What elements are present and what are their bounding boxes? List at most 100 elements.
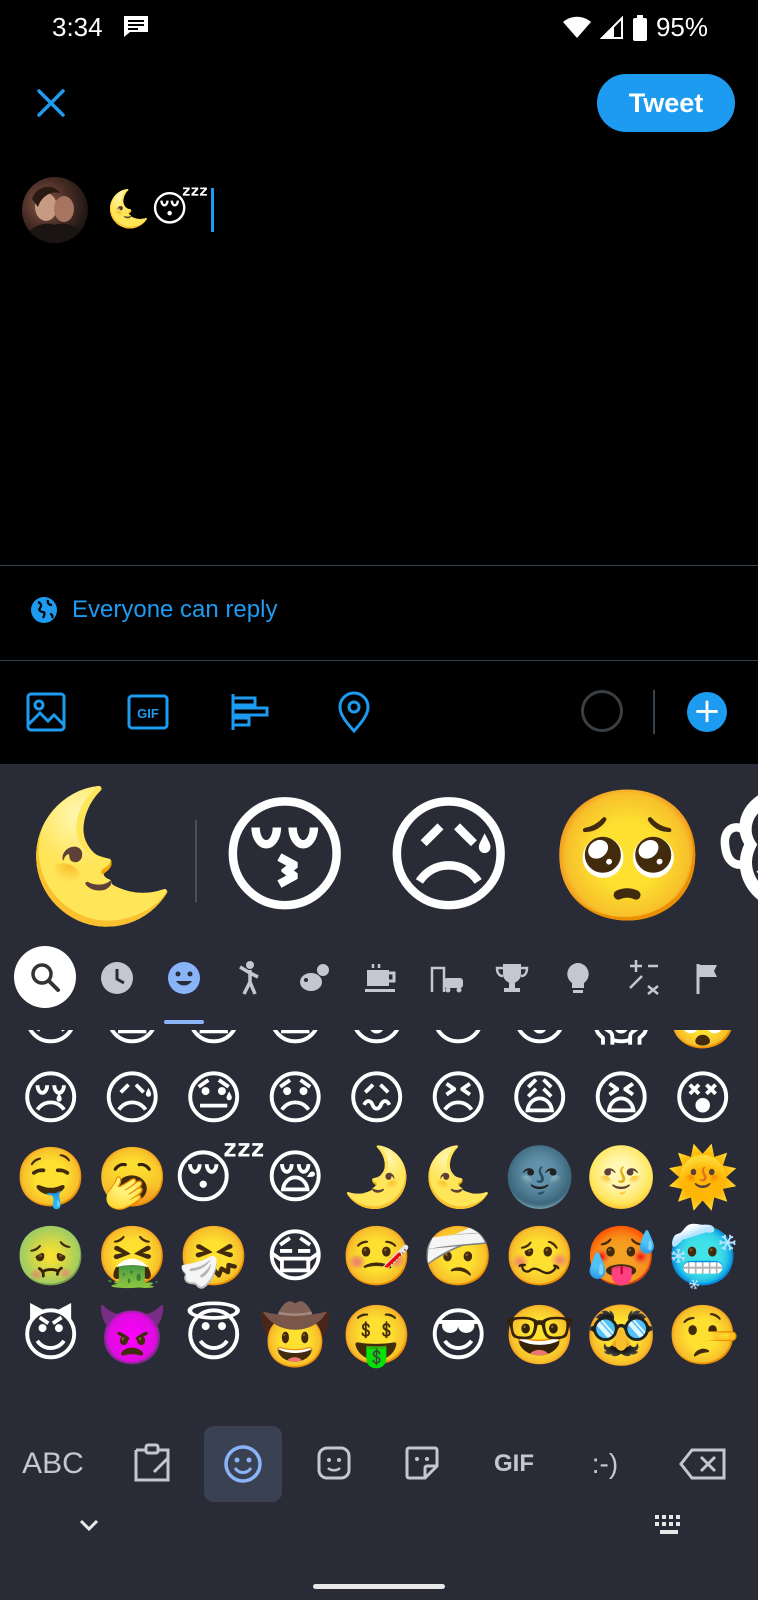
- symbols-category-icon[interactable]: [626, 960, 662, 996]
- emoji-key[interactable]: 🤯: [662, 1030, 744, 1059]
- suggestion-emoji[interactable]: 🐵: [710, 782, 758, 932]
- tweet-button[interactable]: Tweet: [597, 74, 735, 132]
- emoji-key[interactable]: 🤒: [336, 1217, 418, 1296]
- emoji-key[interactable]: 🌚: [499, 1138, 581, 1217]
- compose-toolbar: GIF: [0, 662, 758, 762]
- battery-percent: 95%: [655, 12, 708, 42]
- emoji-key[interactable]: 🤕: [418, 1217, 500, 1296]
- emoji-key[interactable]: 😷: [255, 1217, 337, 1296]
- poll-icon[interactable]: [229, 690, 273, 734]
- suggestion-emoji[interactable]: 😚: [218, 782, 351, 932]
- sticker-icon[interactable]: [402, 1434, 442, 1494]
- food-category-icon[interactable]: [363, 960, 399, 996]
- emoji-key[interactable]: 🤤: [10, 1138, 92, 1217]
- emoji-key[interactable]: 😓: [173, 1059, 255, 1138]
- emoji-key[interactable]: 😵: [662, 1059, 744, 1138]
- abc-key[interactable]: ABC: [18, 1434, 88, 1494]
- status-time: 3:34: [52, 12, 103, 42]
- emoji-key[interactable]: 😥: [10, 1030, 92, 1059]
- emoji-key[interactable]: 🤢: [10, 1217, 92, 1296]
- smiley-category-icon[interactable]: [166, 960, 202, 996]
- emoticon-key[interactable]: :-): [580, 1434, 630, 1494]
- close-icon[interactable]: [30, 82, 72, 124]
- emoji-key[interactable]: 🤮: [92, 1217, 174, 1296]
- travel-category-icon[interactable]: [429, 960, 465, 996]
- emoji-key[interactable]: 😈: [10, 1296, 92, 1375]
- compose-text-field[interactable]: 🌜😴: [106, 186, 214, 234]
- emoji-key[interactable]: 😮: [336, 1030, 418, 1059]
- emoji-key[interactable]: 😯: [418, 1030, 500, 1059]
- emoji-key[interactable]: 🥵: [581, 1217, 663, 1296]
- animals-category-icon[interactable]: [297, 960, 333, 996]
- emoji-key[interactable]: 🤥: [662, 1296, 744, 1375]
- battery-icon: [632, 14, 647, 41]
- add-thread-button[interactable]: +: [687, 692, 727, 732]
- recent-clock-icon[interactable]: [99, 960, 135, 996]
- emoji-key[interactable]: 🤠: [255, 1296, 337, 1375]
- suggestion-emoji[interactable]: 😥: [382, 782, 515, 932]
- emoji-key[interactable]: 🥴: [499, 1217, 581, 1296]
- emoji-key[interactable]: 🤖: [336, 1375, 418, 1380]
- emoji-key[interactable]: 🤓: [499, 1296, 581, 1375]
- people-category-icon[interactable]: [232, 960, 268, 996]
- emoji-key[interactable]: 🥱: [92, 1138, 174, 1217]
- emoji-key[interactable]: 😪: [255, 1138, 337, 1217]
- svg-text:GIF: GIF: [137, 706, 159, 721]
- emoji-tab-button[interactable]: [204, 1426, 282, 1502]
- emoji-key[interactable]: 🌛: [336, 1138, 418, 1217]
- emoji-key[interactable]: 🎃: [418, 1375, 500, 1380]
- emoji-search-button[interactable]: [14, 946, 76, 1008]
- reply-setting[interactable]: Everyone can reply: [30, 596, 277, 624]
- emoji-key[interactable]: 🤡: [10, 1375, 92, 1380]
- emoji-key[interactable]: 😫: [581, 1059, 663, 1138]
- emoji-key[interactable]: 💩: [173, 1375, 255, 1380]
- hide-keyboard-chevron-icon[interactable]: [78, 1517, 100, 1533]
- activities-trophy-icon[interactable]: [494, 960, 530, 996]
- suggestion-emoji[interactable]: 🌜: [22, 782, 181, 932]
- emoji-key[interactable]: 👽: [255, 1375, 337, 1380]
- emoji-key[interactable]: 👹: [581, 1375, 663, 1380]
- emoji-key[interactable]: 🌝: [581, 1138, 663, 1217]
- message-notification-icon: [124, 16, 148, 37]
- emoji-key[interactable]: 😦: [92, 1030, 174, 1059]
- emoji-key[interactable]: 😺: [499, 1375, 581, 1380]
- emoji-key[interactable]: 👻: [92, 1375, 174, 1380]
- gif-key[interactable]: GIF: [486, 1434, 542, 1494]
- image-icon[interactable]: [24, 690, 68, 734]
- emoji-key[interactable]: 🌜: [418, 1138, 500, 1217]
- emoji-key[interactable]: 😣: [418, 1059, 500, 1138]
- emoji-key[interactable]: 🥶: [662, 1217, 744, 1296]
- emoji-key[interactable]: 😇: [173, 1296, 255, 1375]
- objects-bulb-icon[interactable]: [560, 960, 596, 996]
- emoji-key[interactable]: 😥: [92, 1059, 174, 1138]
- compose-text: 🌜😴: [106, 189, 209, 230]
- emoji-key[interactable]: 😞: [255, 1059, 337, 1138]
- emoji-key[interactable]: 🤧: [173, 1217, 255, 1296]
- suggestion-emoji[interactable]: 🥺: [548, 782, 707, 932]
- home-gesture-bar[interactable]: [313, 1584, 445, 1589]
- backspace-icon[interactable]: [678, 1434, 728, 1494]
- emoji-key[interactable]: 😴: [173, 1138, 266, 1217]
- emoji-key[interactable]: 😩: [499, 1059, 581, 1138]
- emoji-key[interactable]: 😖: [336, 1059, 418, 1138]
- location-icon[interactable]: [332, 690, 376, 734]
- emoji-key[interactable]: 🤑: [336, 1296, 418, 1375]
- emoji-key[interactable]: 💀: [662, 1375, 744, 1380]
- emoji-key[interactable]: 😧: [173, 1030, 255, 1059]
- emoji-key[interactable]: 😎: [418, 1296, 500, 1375]
- gif-icon[interactable]: GIF: [126, 690, 170, 734]
- emoji-key[interactable]: 🥸: [581, 1296, 663, 1375]
- emoji-kitchen-icon[interactable]: [314, 1434, 354, 1494]
- keyboard-switch-icon[interactable]: [654, 1514, 686, 1536]
- divider: [0, 565, 758, 566]
- cell-signal-icon: [599, 15, 623, 39]
- flags-category-icon[interactable]: [692, 960, 728, 996]
- emoji-key[interactable]: 🌞: [662, 1138, 744, 1217]
- emoji-key[interactable]: 👿: [92, 1296, 174, 1375]
- emoji-key[interactable]: 😱: [581, 1030, 663, 1059]
- emoji-key[interactable]: 😲: [499, 1030, 581, 1059]
- clipboard-icon[interactable]: [130, 1434, 174, 1494]
- emoji-key[interactable]: 😢: [10, 1059, 92, 1138]
- divider: [0, 660, 758, 661]
- emoji-key[interactable]: 😨: [255, 1030, 337, 1059]
